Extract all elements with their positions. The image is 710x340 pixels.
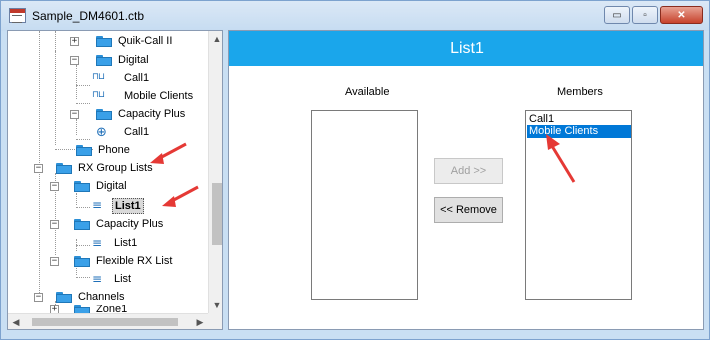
annotation-arrow — [546, 134, 576, 183]
tree-item-mobile-clients[interactable]: ⊓⊔ Mobile Clients — [8, 88, 208, 106]
rx-list-icon: ≡ — [92, 272, 102, 286]
available-label: Available — [345, 86, 390, 98]
expand-icon[interactable]: + — [70, 37, 79, 46]
tree-item-label: Quik-Call II — [118, 35, 173, 47]
scroll-thumb[interactable] — [32, 318, 178, 326]
window-title: Sample_DM4601.ctb — [32, 9, 145, 23]
tree-item-label: Capacity Plus — [96, 218, 164, 230]
collapse-icon[interactable]: − — [34, 293, 43, 302]
folder-icon — [96, 109, 112, 120]
tree-item-label: Call1 — [124, 126, 150, 138]
annotation-arrow — [162, 185, 199, 207]
collapse-icon[interactable]: − — [50, 257, 59, 266]
collapse-icon[interactable]: − — [70, 56, 79, 65]
collapse-icon[interactable]: − — [50, 220, 59, 229]
members-label: Members — [557, 86, 603, 98]
tree-item-label: Digital — [118, 54, 149, 66]
tree-item-label: Flexible RX List — [96, 255, 173, 267]
folder-icon — [96, 36, 112, 47]
tree-item-label: Channels — [78, 291, 125, 303]
tree-item-label: Call1 — [124, 72, 150, 84]
scroll-left-icon[interactable]: ◀ — [8, 314, 24, 329]
collapse-icon[interactable]: − — [50, 182, 59, 191]
scroll-right-icon[interactable]: ▶ — [192, 314, 208, 329]
tree-item-label: Phone — [98, 144, 130, 156]
tree-item-label: List1 — [114, 237, 138, 249]
rx-list-icon: ≡ — [92, 236, 102, 250]
app-icon — [9, 8, 26, 23]
tree-view[interactable]: + Quik-Call II − Digital ⊓⊔ Call1 ⊓⊔ Mob… — [7, 30, 223, 330]
tree-item-quik-call-ii[interactable]: + Quik-Call II — [8, 33, 208, 51]
all-call-icon: ⊕ — [96, 125, 107, 140]
tree-item-label: RX Group Lists — [78, 162, 153, 174]
folder-icon — [96, 55, 112, 66]
tree-item-capacity-plus[interactable]: − Capacity Plus — [8, 106, 208, 124]
tree-item-rx-capacity-plus[interactable]: − Capacity Plus — [8, 216, 208, 234]
collapse-icon[interactable]: − — [34, 164, 43, 173]
folder-icon — [74, 181, 90, 192]
minimize-button[interactable]: ▭ — [604, 6, 630, 24]
tree-item-list[interactable]: ≡ List — [8, 271, 208, 289]
tree-vertical-scrollbar[interactable]: ▲ ▼ — [208, 31, 222, 313]
scroll-down-icon[interactable]: ▼ — [209, 297, 222, 313]
close-button[interactable]: ✕ — [660, 6, 703, 24]
title-bar[interactable]: Sample_DM4601.ctb ▭ ▫ ✕ — [1, 1, 709, 31]
tree-item-list1-capacity[interactable]: ≡ List1 — [8, 235, 208, 253]
tree-item-label: Digital — [96, 180, 127, 192]
maximize-icon: ▫ — [643, 9, 647, 21]
annotation-arrow — [150, 142, 187, 164]
folder-icon — [76, 145, 92, 156]
tree-horizontal-scrollbar[interactable]: ◀ ▶ — [8, 313, 208, 329]
panel-title: List1 — [229, 31, 703, 66]
maximize-button[interactable]: ▫ — [632, 6, 658, 24]
tree-item-label: Capacity Plus — [118, 108, 186, 120]
folder-icon — [74, 256, 90, 267]
detail-panel: List1 Available Members Add >> << Remove… — [228, 30, 704, 330]
scrollbar-corner — [208, 313, 222, 329]
remove-button[interactable]: << Remove — [434, 197, 503, 223]
available-listbox[interactable] — [311, 110, 418, 300]
scroll-up-icon[interactable]: ▲ — [209, 31, 222, 47]
tree-item-digital[interactable]: − Digital — [8, 52, 208, 70]
close-icon: ✕ — [677, 9, 686, 21]
folder-icon — [56, 292, 72, 303]
collapse-icon[interactable]: − — [70, 110, 79, 119]
tree-item-label: List — [114, 273, 132, 285]
scroll-thumb[interactable] — [212, 183, 222, 245]
private-call-icon: ⊓⊔ — [92, 72, 105, 82]
tree-item-label: Mobile Clients — [124, 90, 194, 102]
minimize-icon: ▭ — [612, 9, 622, 21]
folder-icon — [74, 219, 90, 230]
folder-icon — [56, 163, 72, 174]
tree-item-call1-capacity[interactable]: ⊕ Call1 — [8, 124, 208, 142]
group-call-icon: ⊓⊔ — [92, 90, 105, 100]
add-button[interactable]: Add >> — [434, 158, 503, 184]
rx-list-icon: ≡ — [92, 198, 102, 212]
tree-item-flexible-rx-list[interactable]: − Flexible RX List — [8, 253, 208, 271]
tree-item-label: List1 — [112, 198, 144, 214]
tree-item-call1[interactable]: ⊓⊔ Call1 — [8, 70, 208, 88]
